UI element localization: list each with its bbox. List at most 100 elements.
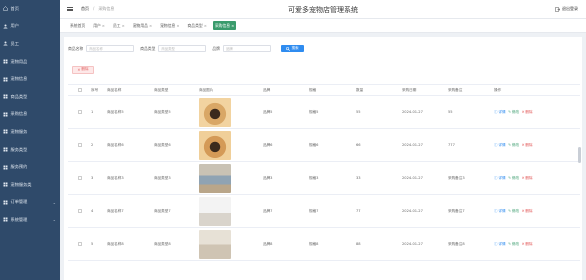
product-image[interactable] [199,163,231,193]
detail-button[interactable]: ⓘ 详情 [494,209,506,214]
edit-icon: ✎ [508,110,512,114]
sidebar-item-11[interactable]: 订单管理 ⌄ [0,194,60,212]
cell-qty: 55 [356,110,361,114]
header-actions: 操作 [494,87,502,92]
cell-actions: ⓘ 详情 ✎ 修改 ✕ 删除 [494,228,533,260]
sidebar-item-label: 采购信息 [10,111,28,117]
cell-index: 1 [91,110,94,114]
sidebar-item-3[interactable]: 宠物用品 [0,53,60,71]
row-checkbox[interactable] [78,96,82,128]
close-icon: ✕ [521,143,525,147]
detail-button[interactable]: ⓘ 详情 [494,242,506,247]
type-input[interactable]: 商品类型 [158,45,207,52]
tab-label: 宠物信息 [160,22,176,28]
tab-1[interactable]: 用户× [91,21,107,30]
close-icon[interactable]: × [149,23,152,28]
table-row: 1 商品名称5 商品类型5 品牌5 规格5 55 2024-01-27 55 ⓘ 详情 ✎ 修改 ✕ 删除 [68,96,580,129]
close-icon[interactable]: × [122,23,125,28]
edit-button[interactable]: ✎ 修改 [508,110,519,115]
sidebar-item-1[interactable]: 用户 [0,18,60,36]
sidebar-item-label: 宠物信息 [10,76,28,82]
top-bar: 首页 / 采购信息 可爱多宠物店管理系统 退出登录 [60,0,586,19]
edit-button[interactable]: ✎ 修改 [508,209,519,214]
tab-label: 宠物用品 [132,22,148,28]
action-label: 详情 [498,142,506,147]
brand-label: 品牌 [212,45,220,51]
info-icon: ⓘ [494,109,498,114]
sidebar-item-label: 宠物服务 [10,128,28,134]
search-button[interactable]: 搜索 [280,45,304,52]
sidebar-item-label: 员工 [10,40,19,46]
delete-button[interactable]: ✕ 删除 [522,176,533,181]
cell-name: 商品名称7 [107,208,124,213]
detail-button[interactable]: ⓘ 详情 [494,110,506,115]
sidebar-item-label: 服务预约 [10,164,28,170]
delete-button[interactable]: ✕ 删除 [522,209,533,214]
row-checkbox[interactable] [78,195,82,227]
edit-button[interactable]: ✎ 修改 [508,143,519,148]
grid-icon [3,94,8,99]
cell-note: 777 [448,143,455,147]
brand-input[interactable]: 品牌 [222,45,271,52]
select-all-checkbox[interactable] [78,85,82,95]
detail-button[interactable]: ⓘ 详情 [494,143,506,148]
cell-qty: 33 [356,176,361,180]
sidebar-item-12[interactable]: 系统管理 ⌄ [0,211,60,229]
logout-button[interactable]: 退出登录 [555,6,578,12]
sidebar-item-7[interactable]: 宠物服务 [0,123,60,141]
sidebar-item-9[interactable]: 服务预约 [0,158,60,176]
name-input[interactable]: 商品名称 [86,45,135,52]
tab-2[interactable]: 员工× [111,21,127,30]
product-image[interactable] [199,97,231,127]
detail-button[interactable]: ⓘ 详情 [494,176,506,181]
action-label: 详情 [498,175,506,180]
product-image[interactable] [199,196,231,226]
product-image[interactable] [199,130,231,160]
sidebar-item-2[interactable]: 员工 [0,35,60,53]
tab-4[interactable]: 宠物信息× [158,21,181,30]
cell-spec: 规格6 [309,142,319,147]
cell-index: 3 [91,176,94,180]
row-checkbox[interactable] [78,228,82,260]
main-area: 首页 / 采购信息 可爱多宠物店管理系统 退出登录 系统首页 用户× 员工× 宠物用品… [60,0,586,280]
content-panel: 商品名称 商品名称 商品类型 商品类型 品牌 品牌 搜索 ✕ 删除 序号 商品名… [64,37,582,280]
close-icon[interactable]: × [102,23,105,28]
sidebar-item-8[interactable]: 服务类型 [0,141,60,159]
tab-0[interactable]: 系统首页 [68,21,87,30]
tab-label: 采购信息 [214,22,231,28]
sidebar-item-4[interactable]: 宠物信息 [0,70,60,88]
delete-button[interactable]: ✕ 删除 [522,110,533,115]
delete-button[interactable]: ✕ 删除 [522,242,533,247]
close-icon: ✕ [521,242,525,246]
edit-icon: ✎ [508,209,512,213]
cell-note: 采购备注7 [448,208,465,213]
row-checkbox[interactable] [78,162,82,194]
edit-button[interactable]: ✎ 修改 [508,176,519,181]
batch-delete-button[interactable]: ✕ 删除 [72,66,94,74]
sidebar-item-6[interactable]: 采购信息 [0,106,60,124]
grid-icon [3,200,8,205]
sidebar-item-10[interactable]: 宠物服务类 [0,176,60,194]
row-checkbox[interactable] [78,129,82,161]
cell-image [199,96,231,128]
cell-spec: 规格3 [309,175,319,180]
close-icon[interactable]: × [231,23,234,28]
header-brand: 品牌 [263,87,271,92]
product-image[interactable] [199,229,231,259]
table-row: 3 商品名称3 商品类型3 品牌3 规格3 33 2024-01-27 采购备注3 ⓘ 详情 ✎ 修改… [68,162,580,195]
header-qty: 数量 [356,87,364,92]
tab-6[interactable]: 采购信息× [212,21,237,30]
sidebar-item-0[interactable]: 首页 [0,0,60,18]
scrollbar[interactable] [578,147,581,163]
tab-5[interactable]: 商品类型× [186,21,209,30]
delete-button[interactable]: ✕ 删除 [522,143,533,148]
close-icon[interactable]: × [204,23,207,28]
sidebar-item-5[interactable]: 商品类型 [0,88,60,106]
edit-button[interactable]: ✎ 修改 [508,242,519,247]
action-label: 删除 [525,241,533,246]
tab-3[interactable]: 宠物用品× [131,21,154,30]
header-note: 采购备注 [448,87,463,92]
close-icon[interactable]: × [176,23,179,28]
name-label: 商品名称 [68,45,84,51]
close-icon: ✕ [521,209,525,213]
